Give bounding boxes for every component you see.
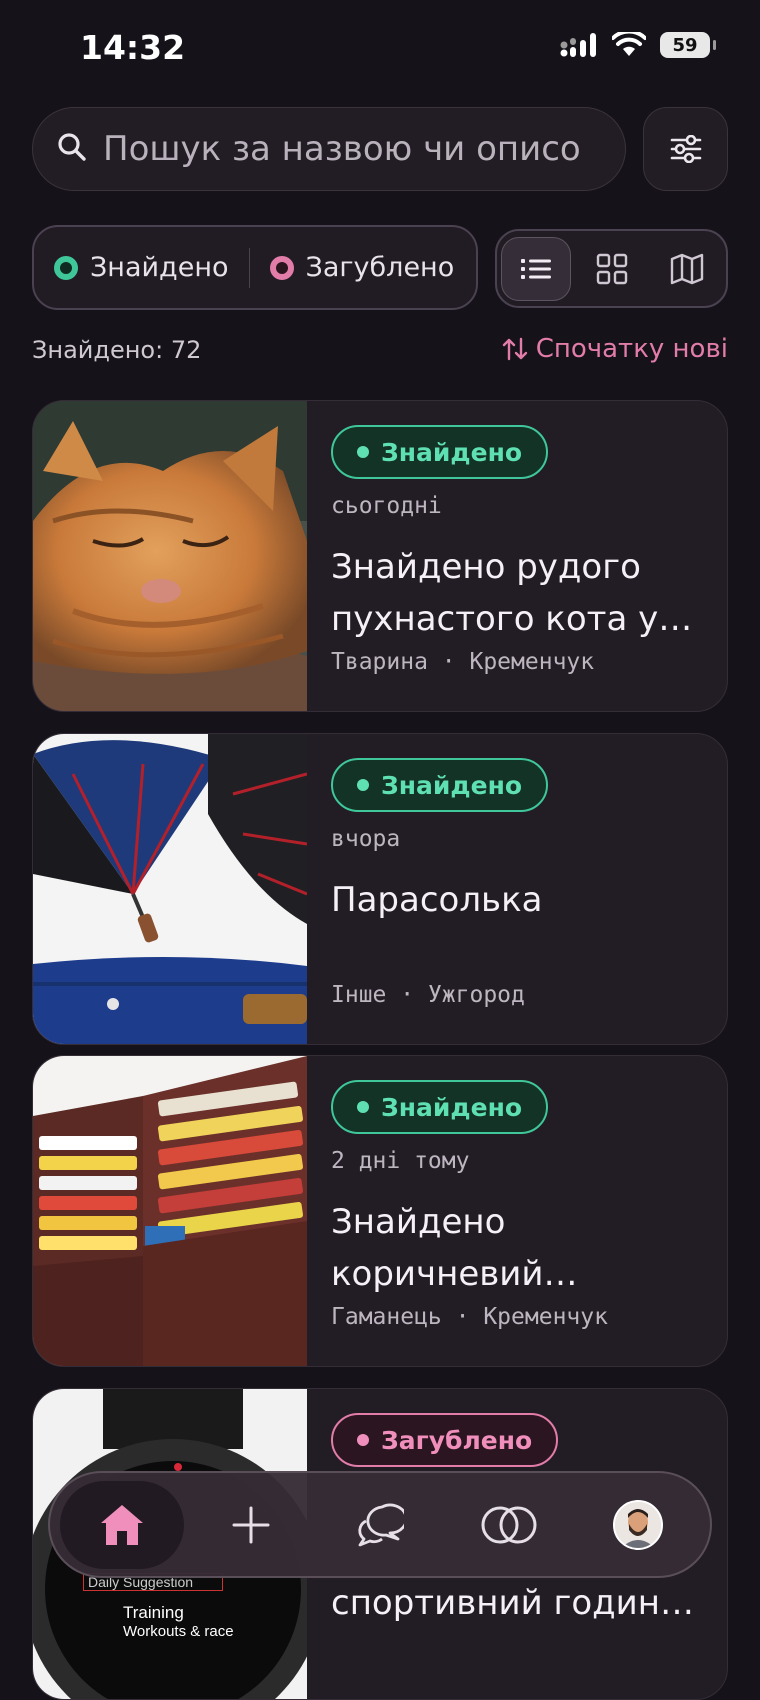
item-meta: Гаманець · Кременчук: [331, 1304, 608, 1330]
sliders-icon: [670, 135, 701, 163]
grid-icon: [596, 253, 627, 284]
view-mode-switch: [495, 229, 728, 308]
tab-add[interactable]: [189, 1481, 313, 1569]
tab-profile[interactable]: [576, 1481, 700, 1569]
status-bar: 14:32 59: [0, 0, 760, 100]
status-icons: 59: [560, 32, 716, 58]
search-bar[interactable]: [32, 107, 626, 191]
status-dot-icon: [357, 446, 369, 458]
wifi-icon: [612, 32, 646, 56]
item-photo-cat: [33, 401, 307, 711]
item-title: спортивний годин…: [331, 1583, 694, 1623]
watch-line-2: Workouts & race: [123, 1623, 234, 1640]
sort-label: Спочатку нові: [535, 334, 728, 364]
map-view-button[interactable]: [652, 237, 722, 301]
search-icon: [57, 132, 87, 166]
battery-icon: 59: [660, 32, 716, 58]
home-icon: [101, 1504, 143, 1545]
item-card[interactable]: Знайдено вчора Парасолька Інше · Ужгород: [32, 733, 728, 1045]
plus-icon: [232, 1506, 270, 1543]
map-icon: [670, 253, 704, 284]
filter-lost[interactable]: Загублено: [250, 227, 475, 308]
item-title: Знайдено рудого пухнастого кота у…: [331, 547, 693, 639]
item-photo-wallet: [33, 1056, 307, 1366]
watch-screen: Daily Suggestion Training Workouts & rac…: [83, 1573, 303, 1640]
item-details: Знайдено вчора Парасолька Інше · Ужгород: [331, 758, 711, 1008]
sort-arrows-icon: [502, 337, 527, 361]
tab-home[interactable]: [60, 1480, 184, 1569]
item-date: сьогодні: [331, 493, 442, 519]
cellular-signal-icon: [560, 33, 596, 57]
filter-found-label: Знайдено: [90, 252, 229, 283]
item-title: Парасолька: [331, 880, 543, 920]
clock: 14:32: [80, 28, 186, 67]
filter-button[interactable]: [643, 107, 728, 191]
status-badge-label: Загублено: [381, 1425, 533, 1455]
list-view-button[interactable]: [501, 236, 571, 301]
item-category: Тварина: [331, 649, 428, 675]
item-card[interactable]: Знайдено 2 дні тому Знайдено коричневий …: [32, 1055, 728, 1367]
sort-button[interactable]: Спочатку нові: [502, 334, 728, 364]
found-radio-icon: [54, 255, 78, 280]
results-count: Знайдено: 72: [32, 336, 202, 364]
item-city: Ужгород: [427, 982, 525, 1008]
status-badge: Знайдено: [331, 425, 549, 479]
rings-icon: [481, 1506, 537, 1543]
status-dot-icon: [357, 779, 369, 791]
status-dot-icon: [357, 1434, 369, 1446]
item-title: Знайдено коричневий шкірян…: [331, 1202, 544, 1294]
grid-view-button[interactable]: [577, 237, 647, 301]
item-date: вчора: [331, 826, 401, 852]
item-card[interactable]: Знайдено сьогодні Знайдено рудого пухнас…: [32, 400, 728, 712]
item-details: Знайдено сьогодні Знайдено рудого пухнас…: [331, 425, 711, 675]
status-badge-label: Знайдено: [381, 770, 523, 800]
tab-matches[interactable]: [447, 1481, 571, 1569]
status-dot-icon: [357, 1101, 369, 1113]
item-photo-umbrella: [33, 734, 307, 1044]
avatar: [613, 1499, 663, 1550]
item-category: Інше: [331, 982, 387, 1008]
item-city: Кременчук: [469, 649, 595, 675]
status-filter: Знайдено Загублено: [32, 225, 478, 310]
item-date: 2 дні тому: [331, 1148, 470, 1174]
lost-radio-icon: [269, 255, 294, 280]
filter-lost-label: Загублено: [305, 252, 455, 283]
item-category: Гаманець: [331, 1304, 442, 1330]
status-badge: Знайдено: [331, 1080, 549, 1134]
status-badge: Загублено: [331, 1413, 559, 1467]
item-meta: Інше · Ужгород: [331, 982, 525, 1008]
status-badge: Знайдено: [331, 758, 549, 812]
item-meta: Тварина · Кременчук: [331, 649, 595, 675]
filter-found[interactable]: Знайдено: [34, 227, 249, 308]
search-input[interactable]: [103, 129, 583, 169]
list-icon: [520, 258, 551, 279]
tab-chats[interactable]: [318, 1481, 442, 1569]
status-badge-label: Знайдено: [381, 1092, 523, 1122]
item-city: Кременчук: [483, 1304, 608, 1330]
item-details: Знайдено 2 дні тому Знайдено коричневий …: [331, 1080, 711, 1330]
bottom-nav: [48, 1471, 712, 1578]
watch-line-1: Training: [123, 1603, 184, 1622]
chat-bubbles-icon: [358, 1503, 404, 1546]
status-badge-label: Знайдено: [381, 437, 523, 467]
